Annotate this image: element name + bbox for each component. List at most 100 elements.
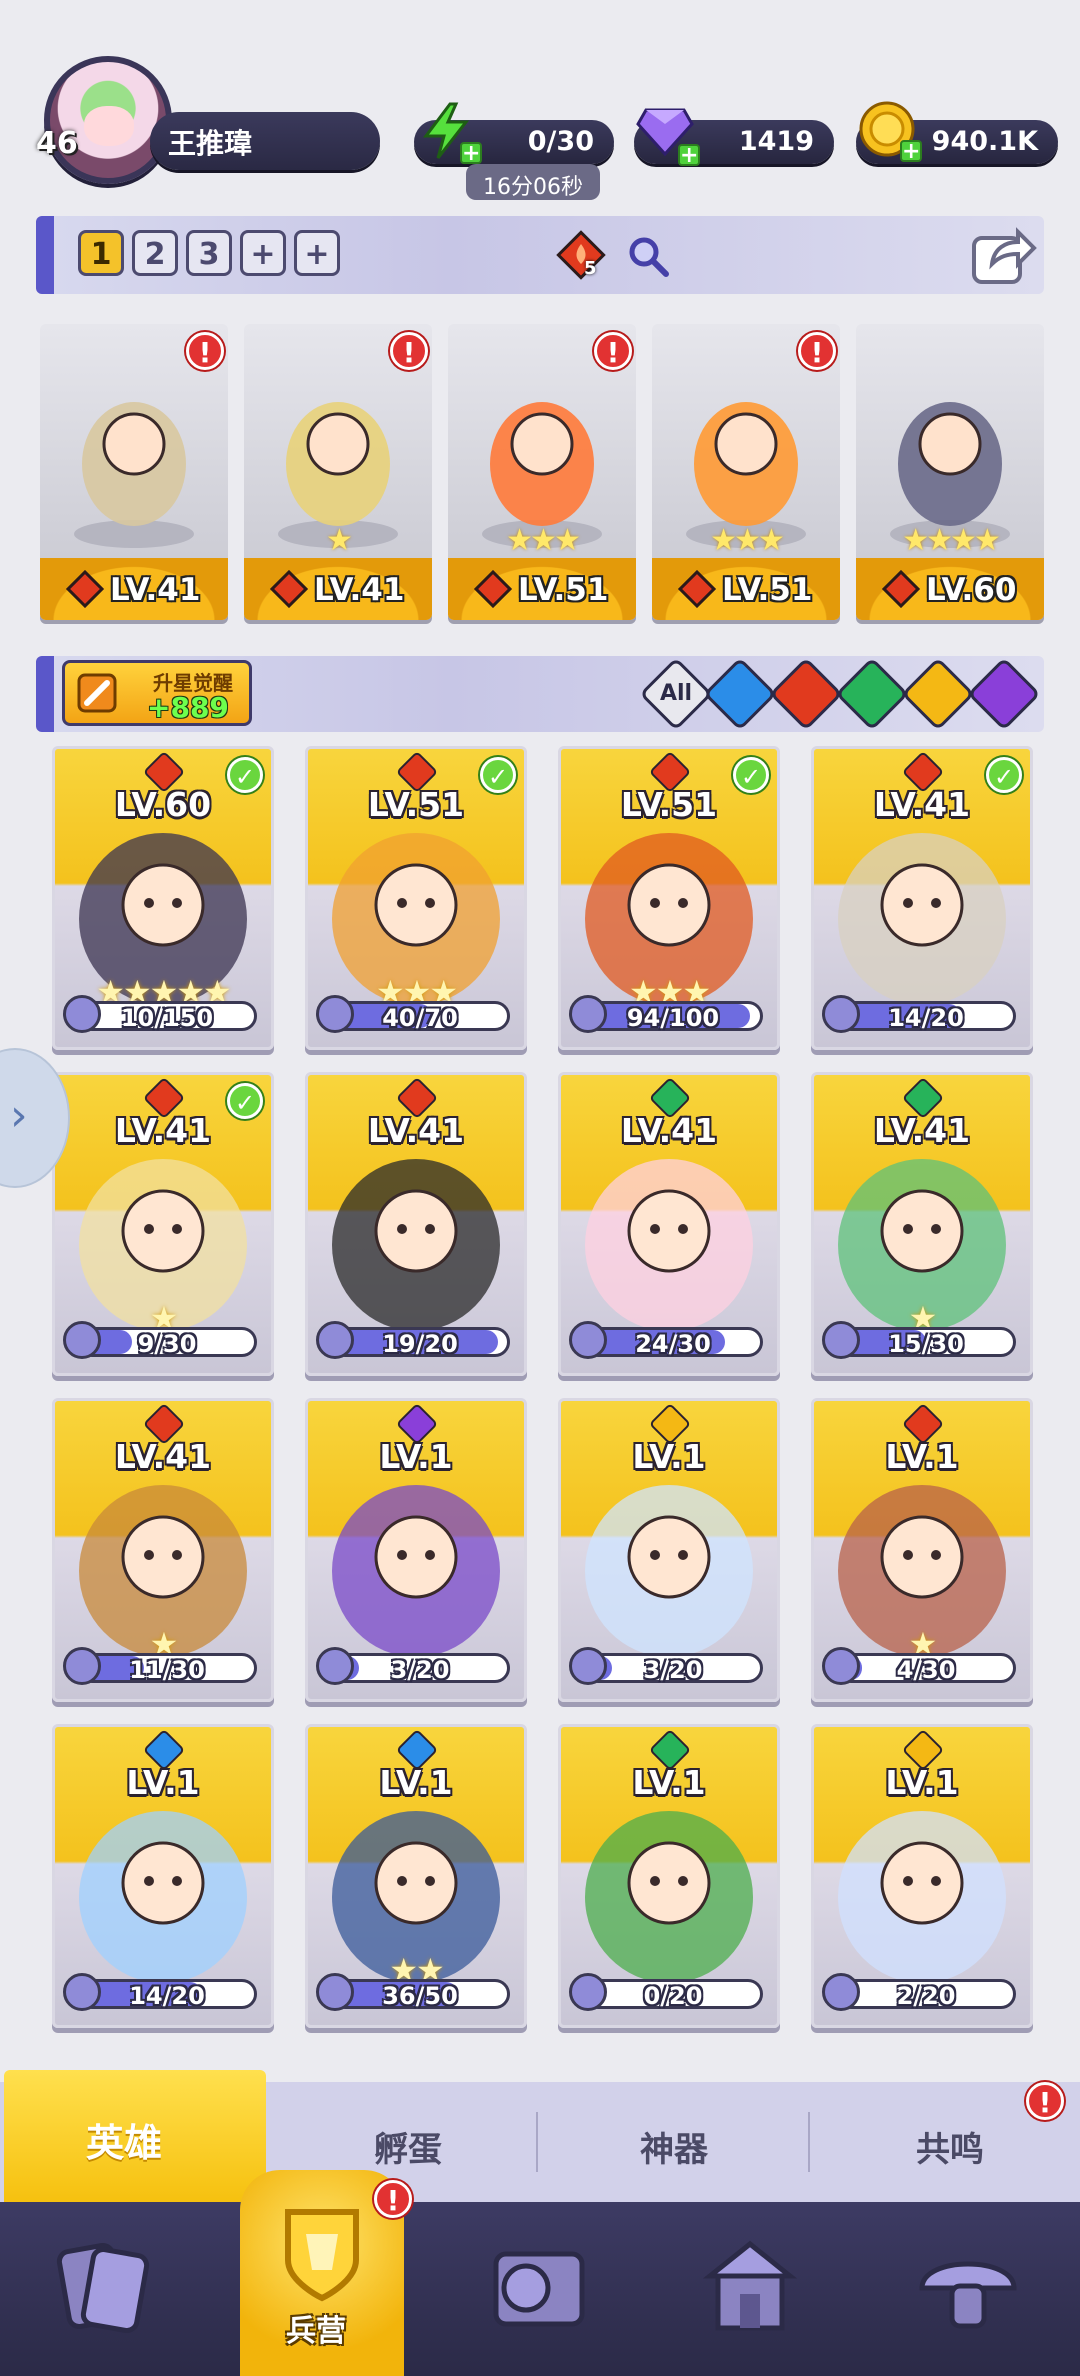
- shard-progress-bar: 10/150: [77, 1001, 257, 1032]
- player-name[interactable]: 王推瑋: [150, 112, 380, 170]
- lightning-icon[interactable]: +: [418, 102, 482, 165]
- team-tab-1[interactable]: 1: [78, 230, 124, 276]
- energy-timer: 16分06秒: [466, 164, 600, 200]
- hero-level: LV.41: [114, 1437, 212, 1476]
- filter-all[interactable]: All: [639, 657, 713, 731]
- cards-icon[interactable]: [44, 2226, 164, 2346]
- tab-resonance-label: 共鸣: [916, 2130, 984, 2170]
- hero-card[interactable]: LV.1 3/20: [305, 1398, 527, 1702]
- shard-progress-bar: 4/30: [836, 1653, 1016, 1684]
- filter-light-icon[interactable]: [901, 657, 975, 731]
- shard-count: 10/150: [120, 1004, 214, 1032]
- tab-hatch-label: 孵蛋: [374, 2130, 442, 2170]
- top-bar: 46 王推瑋 0/30 + 16分06秒 1419 + 940.1K +: [0, 0, 1080, 210]
- alert-badge: !: [798, 332, 836, 370]
- hero-level: LV.51: [367, 785, 465, 824]
- alert-badge: !: [594, 332, 632, 370]
- resonance-alert-badge: !: [1026, 2082, 1064, 2120]
- hero-level: LV.41: [873, 1111, 971, 1150]
- team-hero-card[interactable]: ★★★★ LV.60: [856, 324, 1044, 620]
- shard-icon: [569, 1647, 607, 1685]
- sword-icon: [75, 671, 119, 715]
- coin-icon[interactable]: +: [858, 100, 922, 163]
- share-icon[interactable]: [970, 224, 1038, 286]
- shard-count: 94/100: [626, 1004, 720, 1032]
- hero-card[interactable]: LV.41 24/30: [558, 1072, 780, 1376]
- shard-count: 19/20: [382, 1330, 458, 1358]
- shard-icon: [316, 1647, 354, 1685]
- shard-progress-bar: 2/20: [836, 1979, 1016, 2010]
- shard-progress-bar: 0/20: [583, 1979, 763, 2010]
- filter-dark-icon[interactable]: [967, 657, 1041, 731]
- hero-card[interactable]: ✓ LV.41 ★ 9/30: [52, 1072, 274, 1376]
- fire-element-icon: [269, 569, 309, 609]
- shard-progress-bar: 3/20: [583, 1653, 763, 1684]
- gem-icon[interactable]: +: [636, 104, 700, 167]
- tab-heroes-label: 英雄: [86, 2121, 163, 2165]
- barracks-icon[interactable]: [262, 2190, 382, 2310]
- shard-icon: [569, 995, 607, 1033]
- star-awaken-button[interactable]: 升星觉醒 +889: [62, 660, 252, 726]
- shard-progress-bar: 24/30: [583, 1327, 763, 1358]
- hero-card[interactable]: LV.41 ★ 11/30: [52, 1398, 274, 1702]
- add-team-tab[interactable]: +: [294, 230, 340, 276]
- hero-card[interactable]: LV.1 0/20: [558, 1724, 780, 2028]
- hero-level: LV.1: [379, 1437, 453, 1476]
- hero-card[interactable]: LV.1 2/20: [811, 1724, 1033, 2028]
- shard-icon: [569, 1321, 607, 1359]
- team-tab-2[interactable]: 2: [132, 230, 178, 276]
- filter-nature-icon[interactable]: [835, 657, 909, 731]
- shard-icon: [63, 1321, 101, 1359]
- fire-element-icon[interactable]: [556, 230, 606, 280]
- shard-count: 3/20: [643, 1656, 703, 1684]
- search-icon[interactable]: [626, 234, 670, 278]
- hero-card[interactable]: LV.1 ★★ 36/50: [305, 1724, 527, 2028]
- map-icon[interactable]: [478, 2226, 598, 2346]
- shard-progress-bar: 36/50: [330, 1979, 510, 2010]
- shard-progress-bar: 11/30: [77, 1653, 257, 1684]
- player-avatar[interactable]: [44, 56, 172, 184]
- fire-element-icon: [473, 569, 513, 609]
- alert-badge: !: [186, 332, 224, 370]
- shard-icon: [316, 995, 354, 1033]
- mushroom-icon[interactable]: [908, 2226, 1028, 2346]
- hero-level: LV.51: [620, 785, 718, 824]
- hero-card[interactable]: LV.41 ★ 15/30: [811, 1072, 1033, 1376]
- shard-icon: [822, 1973, 860, 2011]
- tab-artifact[interactable]: 神器: [556, 2094, 796, 2194]
- shard-icon: [63, 1973, 101, 2011]
- hero-level: LV.1: [885, 1437, 959, 1476]
- shard-count: 9/30: [137, 1330, 197, 1358]
- hero-level: LV.51: [518, 572, 609, 608]
- add-team-tab[interactable]: +: [240, 230, 286, 276]
- shard-count: 3/20: [390, 1656, 450, 1684]
- hero-card[interactable]: ✓ LV.51 ★★★ 40/70: [305, 746, 527, 1050]
- hero-card[interactable]: ✓ LV.60 ★★★★★ 10/150: [52, 746, 274, 1050]
- hero-card[interactable]: ✓ LV.41 14/20: [811, 746, 1033, 1050]
- shard-count: 14/20: [888, 1004, 964, 1032]
- hero-card[interactable]: ✓ LV.51 ★★★ 94/100: [558, 746, 780, 1050]
- shrine-icon[interactable]: [690, 2226, 810, 2346]
- team-tab-3[interactable]: 3: [186, 230, 232, 276]
- hero-level: LV.1: [632, 1763, 706, 1802]
- hero-card[interactable]: LV.1 3/20: [558, 1398, 780, 1702]
- hero-level: LV.60: [114, 785, 212, 824]
- add-energy-icon[interactable]: +: [460, 142, 482, 165]
- add-coins-icon[interactable]: +: [900, 140, 922, 163]
- fire-element-icon: [65, 569, 105, 609]
- hero-level: LV.1: [632, 1437, 706, 1476]
- add-gems-icon[interactable]: +: [678, 144, 700, 167]
- shard-icon: [316, 1973, 354, 2011]
- hero-card[interactable]: LV.41 19/20: [305, 1072, 527, 1376]
- shard-icon: [316, 1321, 354, 1359]
- hero-level: LV.41: [873, 785, 971, 824]
- shard-progress-bar: 19/20: [330, 1327, 510, 1358]
- shard-count: 4/30: [896, 1656, 956, 1684]
- filter-water-icon[interactable]: [703, 657, 777, 731]
- hero-card[interactable]: LV.1 ★ 4/30: [811, 1398, 1033, 1702]
- filter-fire-icon[interactable]: [769, 657, 843, 731]
- barracks-label: 兵营: [286, 2314, 346, 2349]
- hero-level: LV.1: [126, 1763, 200, 1802]
- hero-card[interactable]: LV.1 14/20: [52, 1724, 274, 2028]
- tab-divider: [808, 2112, 810, 2172]
